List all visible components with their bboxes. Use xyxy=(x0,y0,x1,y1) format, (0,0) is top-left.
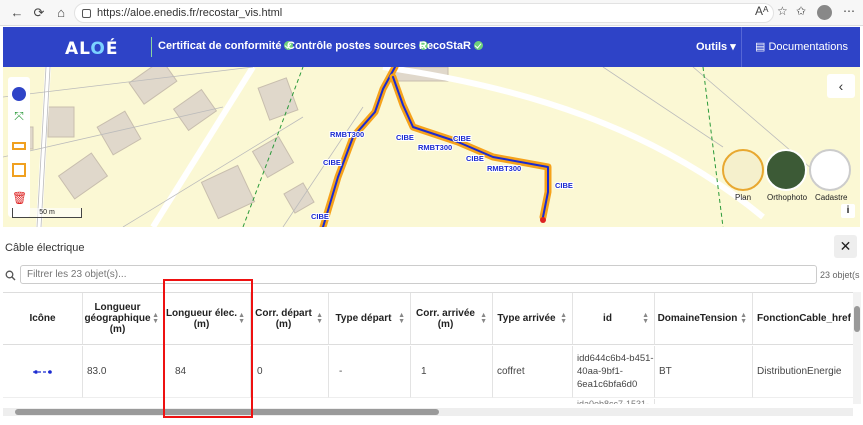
document-icon: ▤ xyxy=(755,41,769,53)
sort-icon: ▲ ▼ xyxy=(560,312,567,325)
more-menu-icon[interactable]: ⋯ xyxy=(843,4,855,18)
close-panel-button[interactable]: ✕ xyxy=(834,235,857,258)
nav-separator xyxy=(151,37,152,57)
map-toolbar: ⤧ 🗑 xyxy=(8,77,30,217)
map-scale: 50 m xyxy=(12,208,82,218)
nav-certificat-conformite[interactable]: Certificat de conformité xyxy=(158,40,294,52)
vertical-scrollbar[interactable] xyxy=(853,292,861,404)
column-header-id[interactable]: id ▲ ▼ xyxy=(573,293,655,345)
cable-label: CIBE xyxy=(555,181,573,190)
sort-icon: ▲ ▼ xyxy=(398,312,405,325)
address-bar[interactable]: https://aloe.enedis.fr/recostar_vis.html xyxy=(74,3,774,23)
browser-toolbar: ← ⟳ ⌂ https://aloe.enedis.fr/recostar_vi… xyxy=(0,0,863,26)
layer-plan[interactable] xyxy=(722,149,764,191)
column-header-icone[interactable]: Icône xyxy=(3,293,83,345)
nav-controle-postes-sources[interactable]: Contrôle postes sources xyxy=(287,40,428,52)
cable-end-marker[interactable] xyxy=(540,217,546,223)
search-icon xyxy=(5,270,16,281)
app-header: ALOÉ Certificat de conformité Contrôle p… xyxy=(3,27,860,67)
sort-icon: ▲ ▼ xyxy=(480,312,487,325)
nav-recostar[interactable]: RecoStaR xyxy=(419,40,483,52)
scroll-thumb[interactable] xyxy=(854,306,860,332)
cell-id-row2: ida0eb8cc7-1531- xyxy=(573,399,655,404)
documentations-link[interactable]: ▤ Documentations xyxy=(755,40,848,53)
layer-label: Cadastre xyxy=(815,193,848,202)
cable-label: CIBE xyxy=(466,154,484,163)
sort-icon: ▲ ▼ xyxy=(740,312,747,325)
layer-orthophoto[interactable] xyxy=(765,149,807,191)
reload-icon[interactable]: ⟳ xyxy=(30,4,48,22)
column-header-type-arrivee[interactable]: Type arrivée ▲ ▼ xyxy=(493,293,573,345)
sort-icon: ▲ ▼ xyxy=(316,312,323,325)
favorites-list-icon[interactable]: ✩ xyxy=(796,4,806,18)
delete-icon[interactable]: 🗑 xyxy=(12,191,27,205)
back-icon[interactable]: ← xyxy=(8,4,26,22)
cell-id: idd644c6b4-b451-40aa-9bf1-6ea1c6bfa6d0 xyxy=(573,346,655,398)
cell-domaine-tension: BT xyxy=(655,346,753,398)
map-canvas[interactable]: RMBT300 CIBE CIBE CIBE RMBT300 CIBE RMBT… xyxy=(3,67,860,227)
horizontal-scrollbar[interactable] xyxy=(3,408,853,416)
zoom-extent-icon[interactable]: ⤧ xyxy=(12,109,26,123)
header-divider xyxy=(741,27,742,67)
sort-icon: ▲ ▼ xyxy=(152,312,159,325)
column-header-type-depart[interactable]: Type départ ▲ ▼ xyxy=(329,293,411,345)
cable-label: CIBE xyxy=(323,158,341,167)
cable-line-icon xyxy=(3,346,83,398)
globe-icon[interactable] xyxy=(12,87,26,101)
read-aloud-icon[interactable]: Aᴬ xyxy=(755,4,768,18)
column-header-fonction-cable[interactable]: FonctionCable_href xyxy=(753,293,853,345)
sort-icon: ▲ ▼ xyxy=(642,312,649,325)
column-header-domaine-tension[interactable]: DomaineTension ▲ ▼ xyxy=(655,293,753,345)
cell-fonction-cable: DistributionEnergie xyxy=(753,346,853,398)
cable-label: RMBT300 xyxy=(487,164,521,173)
cell-type-depart: - xyxy=(329,346,411,398)
filter-input[interactable] xyxy=(20,265,817,284)
check-icon xyxy=(473,41,483,50)
cable-label: RMBT300 xyxy=(418,143,452,152)
cable-label: CIBE xyxy=(396,133,414,142)
highlight-annotation xyxy=(163,279,253,418)
url-text: https://aloe.enedis.fr/recostar_vis.html xyxy=(97,7,283,19)
collapse-panel-button[interactable]: ‹ xyxy=(827,74,855,98)
cable-label: CIBE xyxy=(453,134,471,143)
lock-icon xyxy=(82,9,91,18)
cell-longueur-geographique: 83.0 xyxy=(83,346,165,398)
map-view[interactable]: RMBT300 CIBE CIBE CIBE RMBT300 CIBE RMBT… xyxy=(3,67,860,227)
favorite-icon[interactable]: ☆ xyxy=(777,4,788,18)
layer-label: Plan xyxy=(735,193,752,202)
tools-menu[interactable]: Outils ▾ xyxy=(696,40,736,53)
cell-corr-depart: 0 xyxy=(251,346,329,398)
data-table: Icône Longueur géographique (m) ▲ ▼ Longue… xyxy=(3,292,853,404)
column-header-longueur-geographique[interactable]: Longueur géographique (m) ▲ ▼ xyxy=(83,293,165,345)
cell-type-arrivee: coffret xyxy=(493,346,573,398)
column-header-corr-depart[interactable]: Corr. départ (m) ▲ ▼ xyxy=(251,293,329,345)
layer-cadastre[interactable] xyxy=(809,149,851,191)
info-button[interactable]: i xyxy=(841,204,855,218)
layer-label: Orthophoto xyxy=(767,193,808,202)
profile-avatar[interactable] xyxy=(817,5,832,20)
home-icon[interactable]: ⌂ xyxy=(52,4,70,22)
object-count: 23 objet(s xyxy=(820,270,860,280)
measure-ruler-icon[interactable] xyxy=(12,142,26,150)
measure-area-icon[interactable] xyxy=(12,163,26,177)
column-header-corr-arrivee[interactable]: Corr. arrivée (m) ▲ ▼ xyxy=(411,293,493,345)
panel-title: Câble électrique xyxy=(5,242,85,254)
cell-corr-arrivee: 1 xyxy=(411,346,493,398)
aloe-logo[interactable]: ALOÉ xyxy=(65,39,118,59)
cable-label: CIBE xyxy=(311,212,329,221)
cable-label: RMBT300 xyxy=(330,130,364,139)
